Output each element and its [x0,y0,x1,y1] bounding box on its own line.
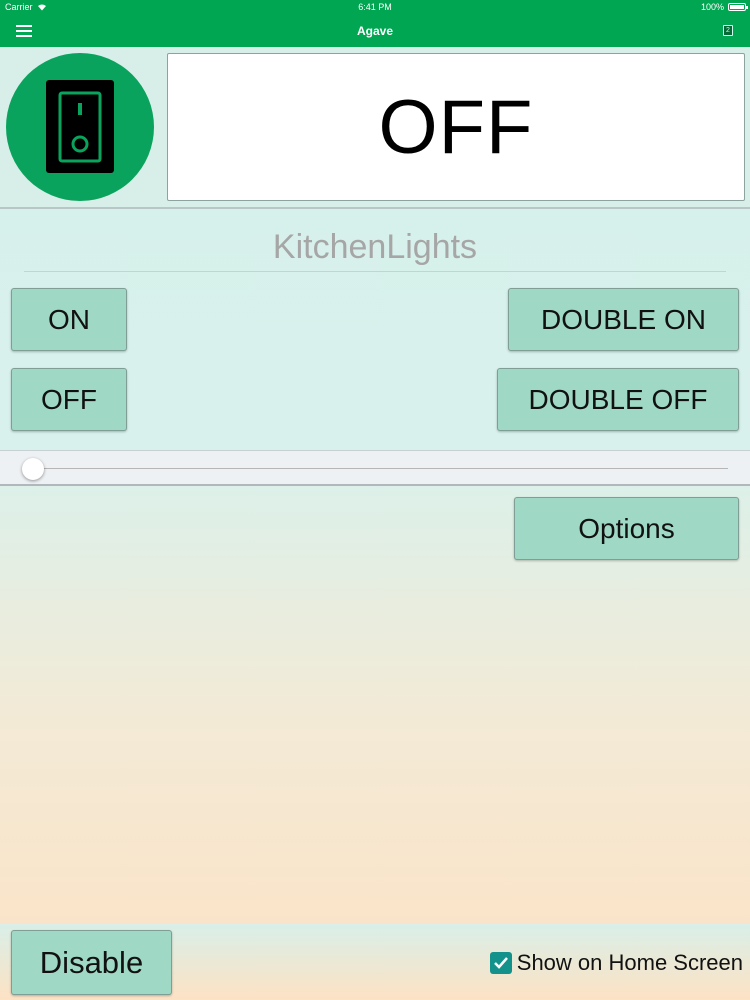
checkmark-icon [493,957,508,969]
home-screen-label: Show on Home Screen [516,950,743,975]
device-badge-icon[interactable]: 2 [723,25,733,36]
device-name: KitchenLights [272,228,478,266]
device-state-display: OFF [167,53,745,201]
battery-percent: 100% [700,2,724,12]
device-header: OFF [0,47,750,209]
light-switch-icon [6,53,154,201]
home-screen-checkbox[interactable] [489,952,512,974]
dimmer-slider[interactable] [0,450,750,486]
double-on-button[interactable]: DOUBLE ON [508,288,739,351]
options-button[interactable]: Options [514,497,739,560]
slider-track[interactable] [32,468,728,469]
battery-info: 100% [700,2,748,12]
double-off-button[interactable]: DOUBLE OFF [497,368,739,431]
nav-bar: Agave 2 [0,15,750,47]
divider [24,271,726,272]
disable-button[interactable]: Disable [11,930,172,995]
slider-thumb[interactable] [22,458,44,480]
on-button[interactable]: ON [11,288,127,351]
battery-icon [728,3,748,11]
off-button[interactable]: OFF [11,368,127,431]
show-on-home-screen-toggle[interactable]: Show on Home Screen [489,950,743,976]
app-title: Agave [356,24,394,38]
status-time: 6:41 PM [358,2,392,12]
status-bar: Carrier 6:41 PM 100% [0,0,750,15]
